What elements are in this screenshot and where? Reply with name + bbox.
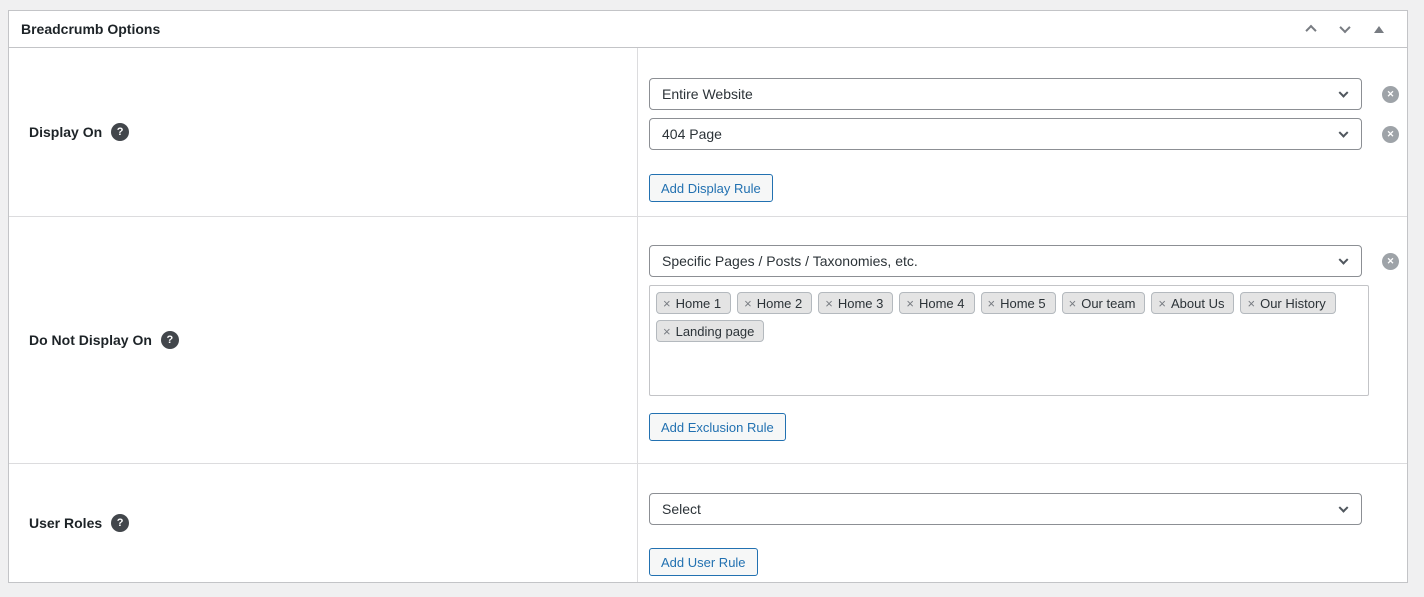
- help-icon[interactable]: ?: [111, 123, 129, 141]
- display-on-label: Display On: [29, 124, 102, 140]
- tag-label: Home 4: [919, 296, 965, 311]
- display-rule-select-2-value: 404 Page: [662, 126, 722, 142]
- display-rule-select-2[interactable]: 404 Page: [649, 118, 1362, 150]
- tag-label: Our History: [1260, 296, 1326, 311]
- user-roles-controls: Select Add User Rule: [638, 464, 1407, 582]
- do-not-display-controls: Specific Pages / Posts / Taxonomies, etc…: [638, 217, 1407, 463]
- remove-rule-icon[interactable]: ✕: [1382, 126, 1399, 143]
- user-roles-label-cell: User Roles ?: [9, 464, 638, 582]
- tag-label: Landing page: [676, 324, 755, 339]
- user-roles-label: User Roles: [29, 515, 102, 531]
- excluded-page-tag: × Home 5: [981, 292, 1056, 314]
- help-icon[interactable]: ?: [161, 331, 179, 349]
- excluded-page-tag: × Our team: [1062, 292, 1146, 314]
- display-on-controls: Entire Website ✕ 404 Page ✕ Add Display …: [638, 48, 1407, 216]
- excluded-page-tag: × Landing page: [656, 320, 764, 342]
- add-user-rule-button[interactable]: Add User Rule: [649, 548, 758, 576]
- panel-header-actions: [1301, 19, 1395, 39]
- user-roles-select[interactable]: Select: [649, 493, 1362, 525]
- tag-remove-icon[interactable]: ×: [1247, 296, 1255, 311]
- excluded-page-tag: × Home 1: [656, 292, 731, 314]
- move-down-button[interactable]: [1335, 19, 1355, 39]
- tag-label: Our team: [1081, 296, 1135, 311]
- help-icon[interactable]: ?: [111, 514, 129, 532]
- select-chevron-icon: [1339, 128, 1349, 138]
- breadcrumb-options-panel: Breadcrumb Options Display On ? Entire W…: [8, 10, 1408, 583]
- toggle-panel-button[interactable]: [1369, 19, 1389, 39]
- exclusion-rule-line: Specific Pages / Posts / Taxonomies, etc…: [649, 245, 1407, 277]
- do-not-display-row: Do Not Display On ? Specific Pages / Pos…: [9, 217, 1407, 464]
- tag-label: Home 3: [838, 296, 884, 311]
- display-rule-line: 404 Page ✕: [649, 118, 1407, 150]
- display-on-label-cell: Display On ?: [9, 48, 638, 216]
- tag-remove-icon[interactable]: ×: [1158, 296, 1166, 311]
- panel-title: Breadcrumb Options: [21, 21, 160, 37]
- select-chevron-icon: [1339, 503, 1349, 513]
- add-exclusion-rule-button[interactable]: Add Exclusion Rule: [649, 413, 786, 441]
- chevron-up-icon: [1305, 25, 1316, 36]
- panel-header: Breadcrumb Options: [9, 11, 1407, 48]
- tag-label: Home 2: [757, 296, 803, 311]
- select-chevron-icon: [1339, 255, 1349, 265]
- tag-remove-icon[interactable]: ×: [988, 296, 996, 311]
- tag-remove-icon[interactable]: ×: [663, 324, 671, 339]
- tag-remove-icon[interactable]: ×: [906, 296, 914, 311]
- select-chevron-icon: [1339, 88, 1349, 98]
- user-roles-select-value: Select: [662, 501, 701, 517]
- do-not-display-label-cell: Do Not Display On ?: [9, 217, 638, 463]
- excluded-page-tag: × Home 3: [818, 292, 893, 314]
- tag-remove-icon[interactable]: ×: [744, 296, 752, 311]
- triangle-up-icon: [1374, 26, 1384, 33]
- excluded-page-tag: × Our History: [1240, 292, 1335, 314]
- add-display-rule-button[interactable]: Add Display Rule: [649, 174, 773, 202]
- excluded-page-tag: × Home 4: [899, 292, 974, 314]
- display-rule-line: Entire Website ✕: [649, 78, 1407, 110]
- tag-label: Home 1: [676, 296, 722, 311]
- user-rule-line: Select: [649, 493, 1407, 525]
- excluded-page-tag: × Home 2: [737, 292, 812, 314]
- tag-remove-icon[interactable]: ×: [825, 296, 833, 311]
- tag-remove-icon[interactable]: ×: [1069, 296, 1077, 311]
- display-rule-select-1[interactable]: Entire Website: [649, 78, 1362, 110]
- display-rule-select-1-value: Entire Website: [662, 86, 753, 102]
- tag-label: Home 5: [1000, 296, 1046, 311]
- move-up-button[interactable]: [1301, 19, 1321, 39]
- excluded-pages-multiselect[interactable]: ×Home 1 ×Home 2 ×Home 3 ×Home 4 ×Home 5 …: [649, 285, 1369, 396]
- exclusion-rule-select[interactable]: Specific Pages / Posts / Taxonomies, etc…: [649, 245, 1362, 277]
- page-background: { "panel": { "title": "Breadcrumb Option…: [0, 0, 1424, 597]
- do-not-display-label: Do Not Display On: [29, 332, 152, 348]
- panel-body: Display On ? Entire Website ✕ 404 Page: [9, 48, 1407, 582]
- tag-remove-icon[interactable]: ×: [663, 296, 671, 311]
- remove-rule-icon[interactable]: ✕: [1382, 86, 1399, 103]
- exclusion-rule-select-value: Specific Pages / Posts / Taxonomies, etc…: [662, 253, 918, 269]
- user-roles-row: User Roles ? Select Add User Rule: [9, 464, 1407, 582]
- tag-label: About Us: [1171, 296, 1224, 311]
- display-on-row: Display On ? Entire Website ✕ 404 Page: [9, 48, 1407, 217]
- chevron-down-icon: [1339, 22, 1350, 33]
- remove-rule-icon[interactable]: ✕: [1382, 253, 1399, 270]
- excluded-page-tag: × About Us: [1151, 292, 1234, 314]
